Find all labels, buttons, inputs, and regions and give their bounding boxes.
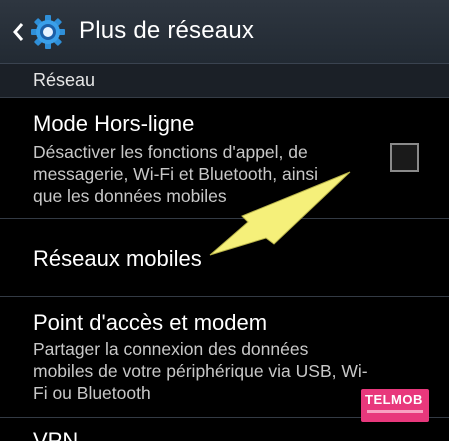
list-item-description-line: mobiles de votre périphérique via USB, W… [33, 361, 368, 381]
logo-tagline [367, 410, 423, 413]
chevron-left-icon[interactable] [12, 22, 25, 42]
list-item-title: Point d'accès et modem [33, 310, 268, 335]
logo-text: TELMOB [365, 392, 423, 407]
telmob-logo: TELMOB [361, 389, 429, 422]
section-header-network: Réseau [0, 64, 449, 98]
annotation-arrow-icon [209, 171, 351, 256]
list-item-title: Mode Hors-ligne [33, 111, 195, 136]
section-header-label: Réseau [33, 70, 96, 90]
list-item-description-line: Partager la connexion des données [33, 339, 309, 359]
settings-gear-icon [31, 15, 65, 49]
action-bar: Plus de réseaux [0, 0, 449, 64]
list-item-title: VPN [33, 428, 79, 441]
list-item-title: Réseaux mobiles [33, 246, 202, 271]
page-title: Plus de réseaux [79, 17, 255, 44]
